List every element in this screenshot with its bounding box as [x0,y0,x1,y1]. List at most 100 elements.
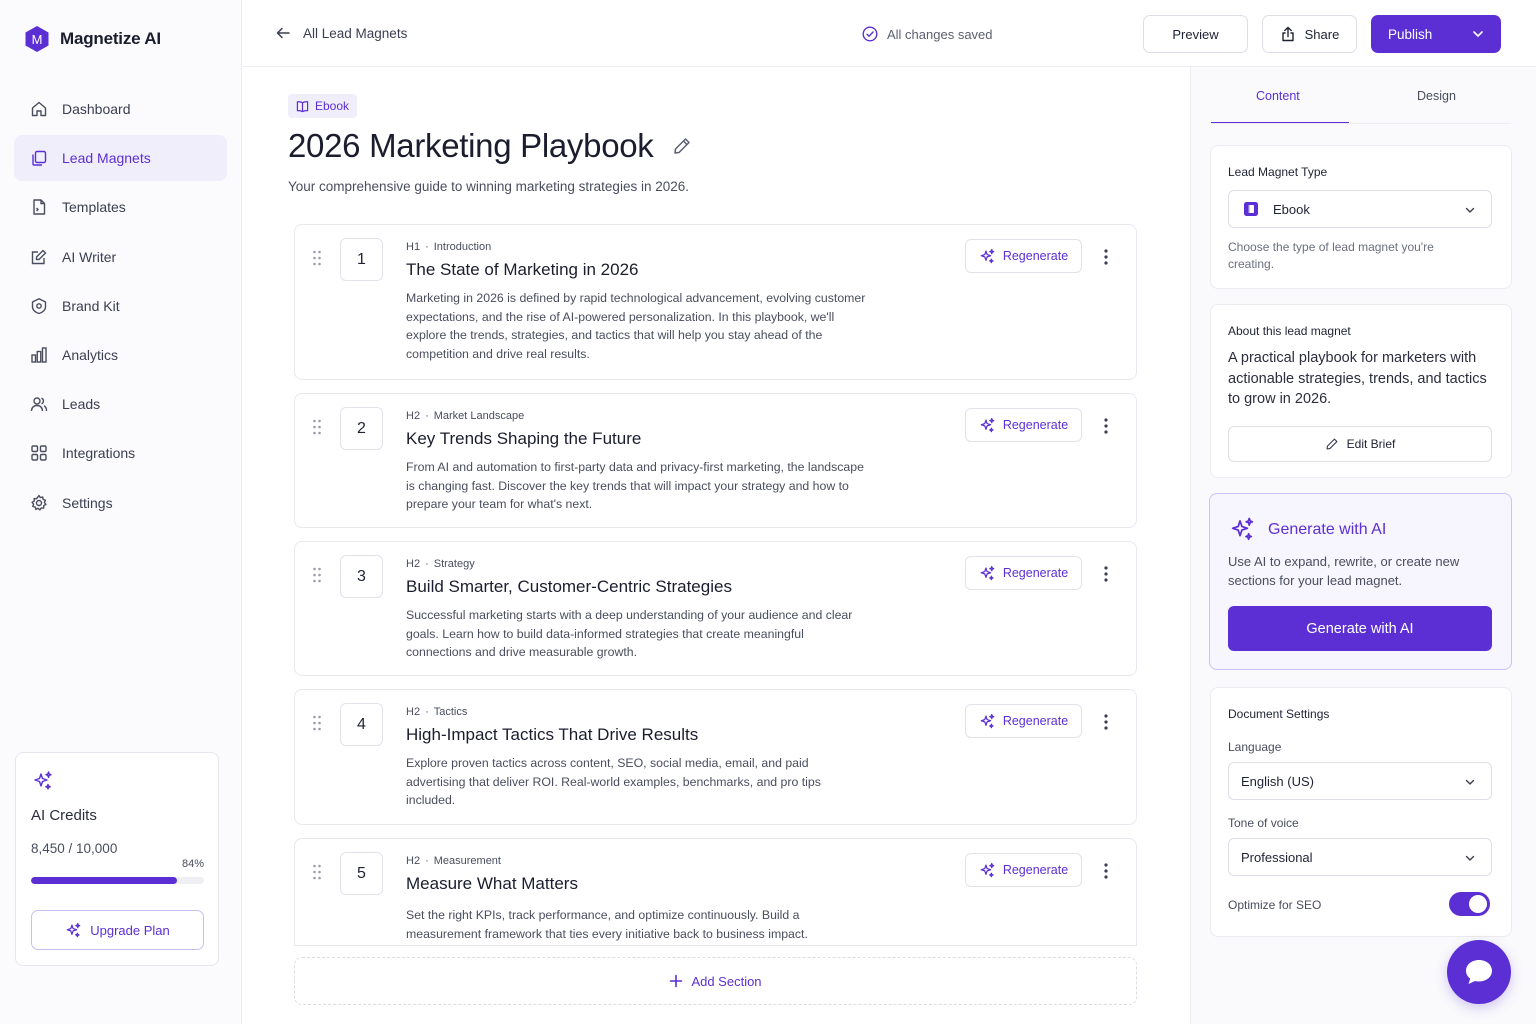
section-body[interactable]: Marketing in 2026 is defined by rapid te… [406,289,866,363]
tone-label: Tone of voice [1228,816,1299,830]
brand[interactable]: M Magnetize AI [24,25,161,53]
sidebar-item-label: Lead Magnets [62,150,151,167]
document-icon [33,199,46,216]
drag-handle-icon[interactable] [312,566,322,584]
section-title[interactable]: Build Smarter, Customer-Centric Strategi… [406,577,732,597]
logo-icon: M [25,26,49,52]
more-options-icon[interactable] [1101,248,1111,266]
lead-magnet-type-select[interactable]: Ebook [1228,190,1492,228]
section-title[interactable]: The State of Marketing in 2026 [406,260,638,280]
section-number: 1 [340,238,383,281]
drag-handle-icon[interactable] [312,418,322,436]
language-select[interactable]: English (US) [1228,762,1492,800]
section-number: 5 [340,852,383,895]
sidebar-item-lead-magnets[interactable]: Lead Magnets [14,135,227,182]
credits-progress-fill [31,877,178,884]
meta-separator: · [425,558,429,570]
meta-separator: · [425,855,429,867]
more-options-icon[interactable] [1101,565,1111,583]
share-button[interactable]: Share [1262,15,1357,53]
chat-button[interactable] [1447,940,1511,1004]
users-icon [30,397,48,412]
section-meta: H2 · Market Landscape [406,410,524,422]
more-options-icon[interactable] [1101,417,1111,435]
section-tag: Introduction [433,241,492,253]
sidebar-item-leads[interactable]: Leads [14,381,227,427]
page-title[interactable]: 2026 Marketing Playbook [288,127,692,165]
generate-with-ai-label: Generate with AI [1306,620,1414,637]
credits-percent: 84% [181,858,204,870]
about-card-label: About this lead magnet [1228,324,1351,338]
back-link[interactable]: All Lead Magnets [275,25,407,41]
regenerate-button[interactable]: Regenerate [965,853,1082,887]
badge-icon [31,297,47,314]
regenerate-label: Regenerate [1002,566,1069,580]
section-card[interactable]: 1 H1 · Introduction The State of Marketing… [294,224,1137,380]
save-status-label: All changes saved [887,26,993,42]
section-title[interactable]: Key Trends Shaping the Future [406,429,641,449]
regenerate-button[interactable]: Regenerate [965,239,1082,273]
tab-design[interactable]: Design [1417,89,1456,103]
language-value: English (US) [1241,773,1314,789]
add-section-button[interactable]: Add Section [294,957,1137,1005]
sidebar-item-integrations[interactable]: Integrations [14,430,227,476]
generate-ai-heading: Generate with AI [1229,516,1386,543]
regenerate-button[interactable]: Regenerate [965,704,1082,738]
tab-content[interactable]: Content [1256,89,1300,103]
regenerate-button[interactable]: Regenerate [965,556,1082,590]
section-number: 2 [340,407,383,450]
generate-with-ai-button[interactable]: Generate with AI [1228,606,1492,651]
regenerate-button[interactable]: Regenerate [965,408,1082,442]
sidebar-item-label: Settings [62,494,113,511]
upgrade-plan-label: Upgrade Plan [90,922,170,938]
document-settings-card: Document Settings Language English (US) … [1210,687,1512,937]
arrow-left-icon [276,27,290,39]
sidebar-item-label: AI Writer [62,248,117,265]
more-options-icon[interactable] [1101,862,1111,880]
upgrade-plan-button[interactable]: Upgrade Plan [31,910,204,950]
home-icon [31,101,47,117]
sidebar-item-settings[interactable]: Settings [14,480,227,526]
publish-button[interactable]: Publish [1371,15,1501,53]
sidebar-item-brand-kit[interactable]: Brand Kit [14,283,227,329]
section-body[interactable]: Explore proven tactics across content, S… [406,754,866,810]
chevron-down-icon[interactable] [1470,26,1486,42]
section-level: H2 [406,558,421,570]
ebook-icon [1244,202,1258,216]
section-body[interactable]: From AI and automation to first-party da… [406,458,866,514]
seo-toggle[interactable] [1449,892,1490,916]
section-level: H2 [406,855,421,867]
edit-brief-button[interactable]: Edit Brief [1228,426,1492,462]
preview-button[interactable]: Preview [1143,15,1248,53]
section-tag: Market Landscape [433,410,525,422]
chevron-down-icon [1465,779,1475,785]
section-card[interactable]: 3 H2 · Strategy Build Smarter, Customer-Ce… [294,541,1137,676]
app-name: Magnetize AI [60,29,161,48]
drag-handle-icon[interactable] [312,863,322,881]
section-card[interactable]: 4 H2 · Tactics High-Impact Tactics That Dr… [294,689,1137,825]
section-body[interactable]: Successful marketing starts with a deep … [406,606,866,662]
sidebar-item-dashboard[interactable]: Dashboard [14,86,227,132]
section-card[interactable]: 2 H2 · Market Landscape Key Trends Shaping… [294,393,1137,528]
drag-handle-icon[interactable] [312,714,322,732]
sidebar-item-analytics[interactable]: Analytics [14,332,227,378]
section-card[interactable]: 5 H2 · Measurement Measure What Matters Se… [294,838,1137,946]
type-card: Lead Magnet Type Ebook Choose the type o… [1210,145,1512,289]
pencil-icon [1326,438,1338,450]
add-section-label: Add Section [691,973,762,989]
section-title[interactable]: High-Impact Tactics That Drive Results [406,725,698,745]
chevron-down-icon [1465,207,1475,213]
grid-icon [31,445,47,462]
generate-ai-title: Generate with AI [1268,520,1387,538]
drag-handle-icon[interactable] [312,249,322,267]
properties-panel: Content Design Lead Magnet Type Ebook Ch… [1190,67,1536,1024]
section-title[interactable]: Measure What Matters [406,874,578,894]
more-options-icon[interactable] [1101,713,1111,731]
sidebar-item-templates[interactable]: Templates [14,184,227,230]
sparkle-icon [66,922,81,937]
pencil-icon[interactable] [672,136,692,156]
about-card: About this lead magnet A practical playb… [1210,304,1512,478]
sidebar-item-ai-writer[interactable]: AI Writer [14,234,227,280]
tone-select[interactable]: Professional [1228,838,1492,876]
section-body[interactable]: Set the right KPIs, track performance, a… [406,906,866,943]
